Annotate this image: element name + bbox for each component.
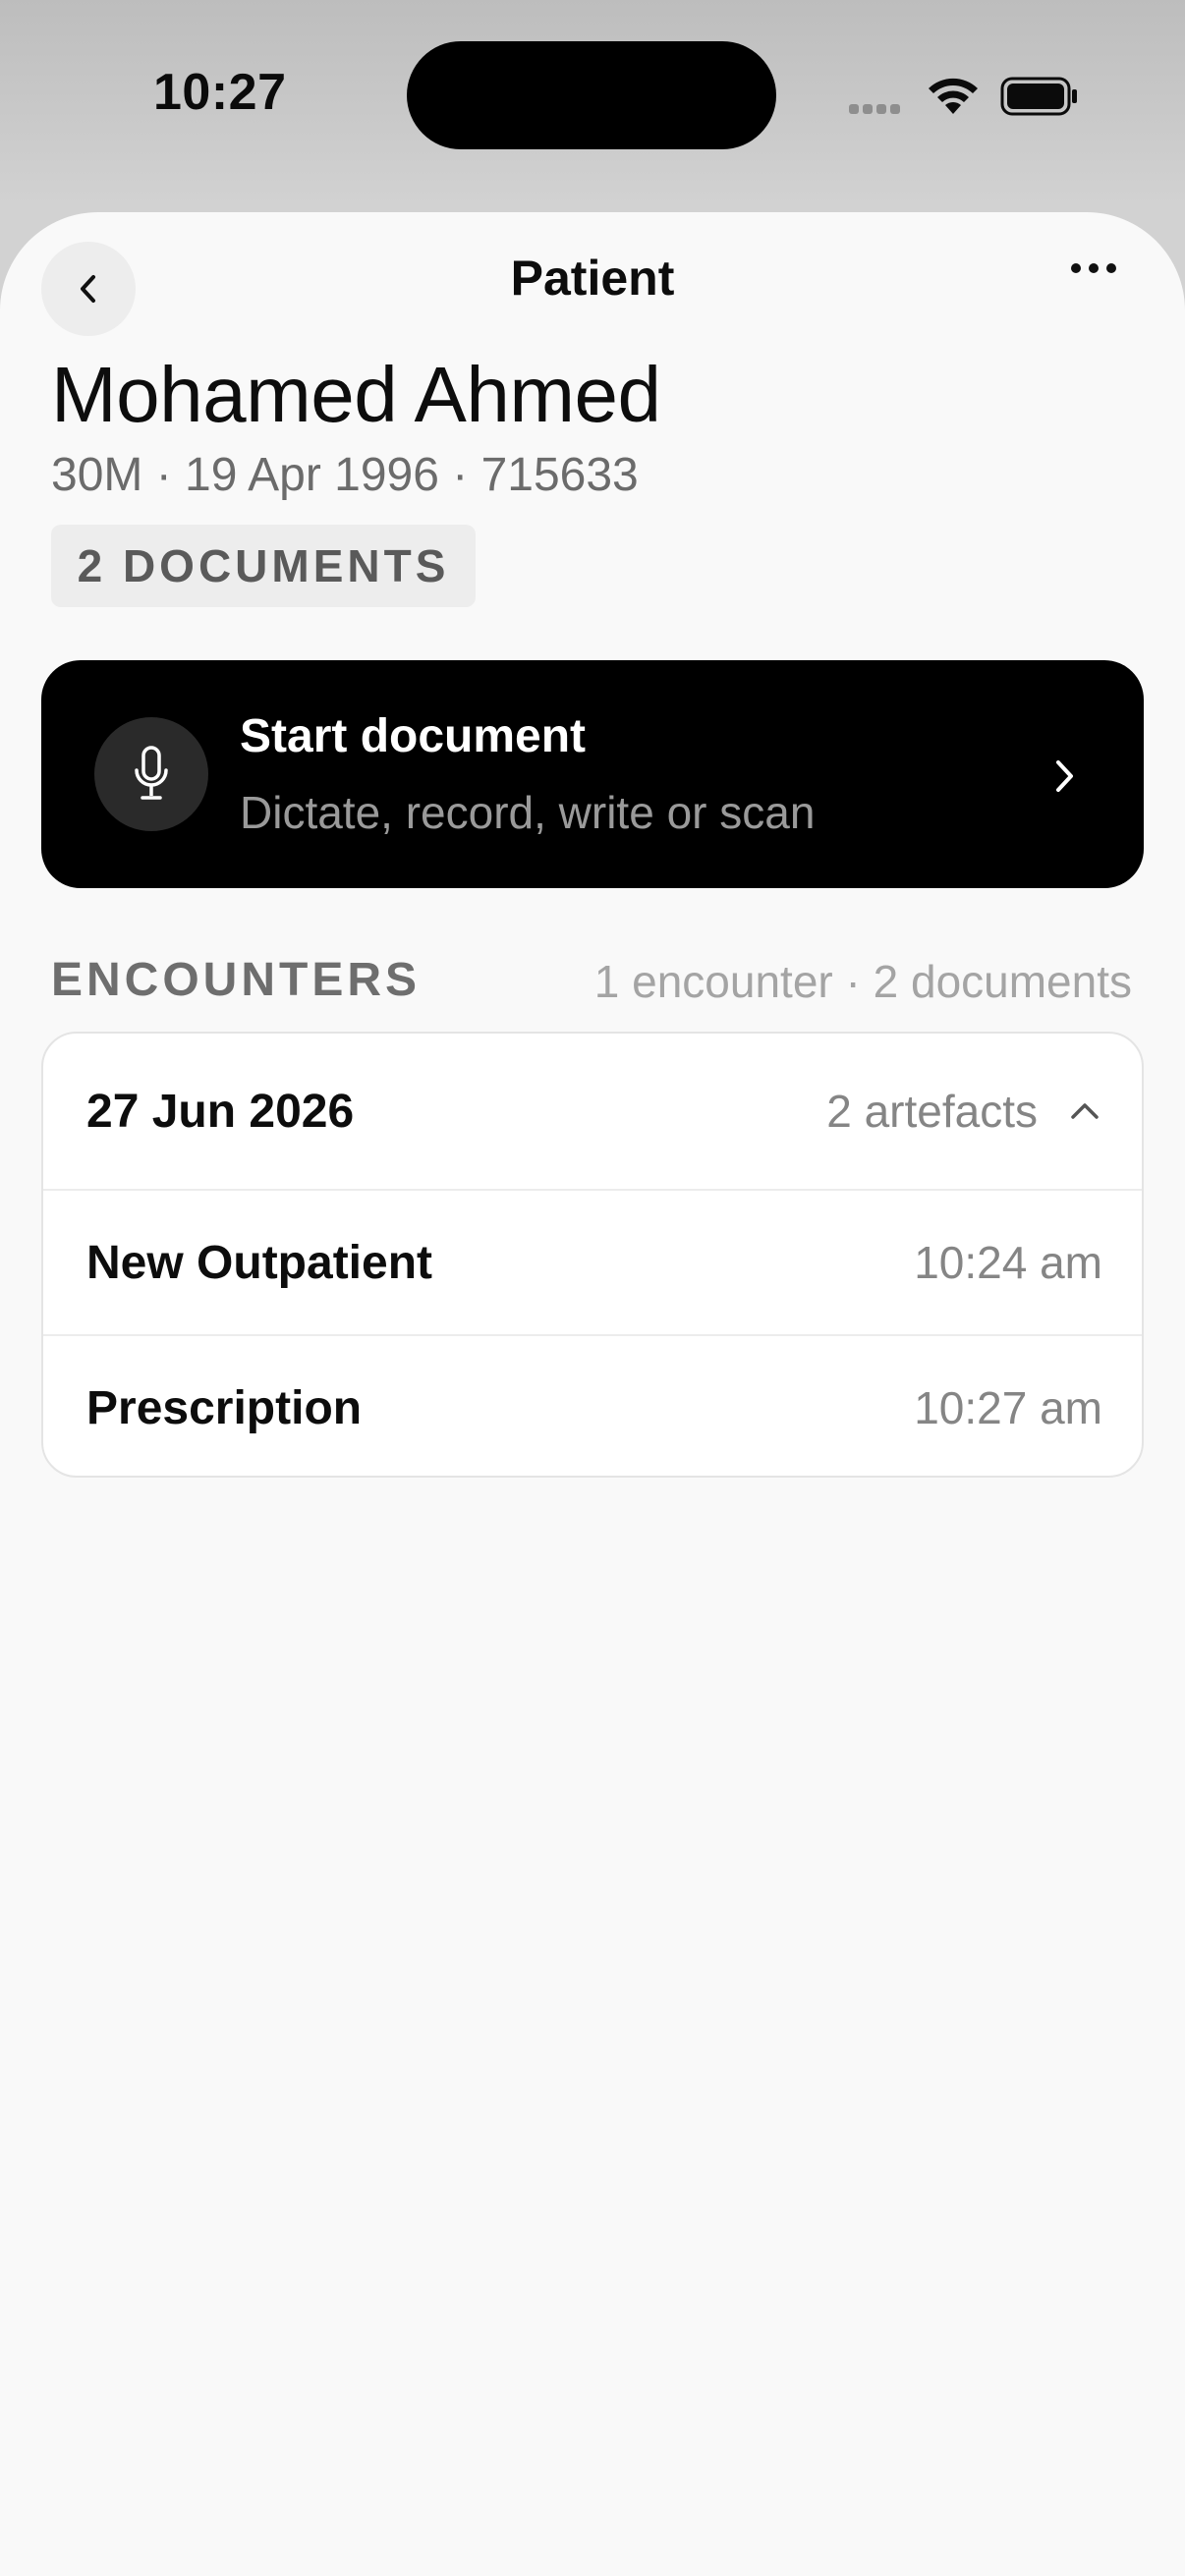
patient-name: Mohamed Ahmed	[51, 351, 661, 438]
encounter-artefacts-count: 2 artefacts	[826, 1086, 1038, 1137]
more-options-button[interactable]	[1071, 263, 1116, 273]
microphone-icon	[135, 746, 168, 800]
wifi-icon	[929, 78, 978, 114]
start-document-title: Start document	[240, 710, 587, 762]
start-document-button[interactable]: Start document Dictate, record, write or…	[41, 660, 1144, 888]
document-time: 10:27 am	[914, 1382, 1102, 1433]
start-document-subtitle: Dictate, record, write or scan	[240, 787, 816, 838]
page-title: Patient	[510, 251, 675, 306]
battery-icon	[1000, 77, 1077, 116]
chevron-right-icon	[1056, 760, 1073, 792]
document-time: 10:24 am	[914, 1237, 1102, 1288]
encounters-header: ENCOUNTERS	[51, 954, 422, 1006]
encounter-date: 27 Jun 2026	[86, 1085, 355, 1138]
list-item[interactable]: Prescription 10:27 am	[43, 1334, 1142, 1476]
documents-count-badge: 2 DOCUMENTS	[51, 525, 476, 607]
list-item[interactable]: New Outpatient 10:24 am	[43, 1189, 1142, 1334]
encounter-group-header[interactable]: 27 Jun 2026 2 artefacts	[43, 1034, 1142, 1189]
dynamic-island	[407, 41, 776, 149]
document-name: New Outpatient	[86, 1236, 433, 1289]
ellipsis-icon	[1071, 263, 1081, 273]
chevron-up-icon	[1071, 1103, 1099, 1119]
cellular-signal-icon	[849, 104, 900, 114]
patient-sheet: Patient Mohamed Ahmed 30M · 19 Apr 1996 …	[0, 212, 1185, 2576]
patient-screen: 10:27 Patient Mohamed Ahmed 30M · 19 Apr…	[0, 0, 1185, 2576]
microphone-icon-container	[94, 717, 208, 831]
encounter-card: 27 Jun 2026 2 artefacts New Outpatient 1…	[41, 1032, 1144, 1478]
status-time: 10:27	[153, 64, 287, 121]
patient-meta: 30M · 19 Apr 1996 · 715633	[51, 449, 639, 501]
document-name: Prescription	[86, 1381, 363, 1434]
encounters-summary: 1 encounter · 2 documents	[593, 956, 1132, 1007]
